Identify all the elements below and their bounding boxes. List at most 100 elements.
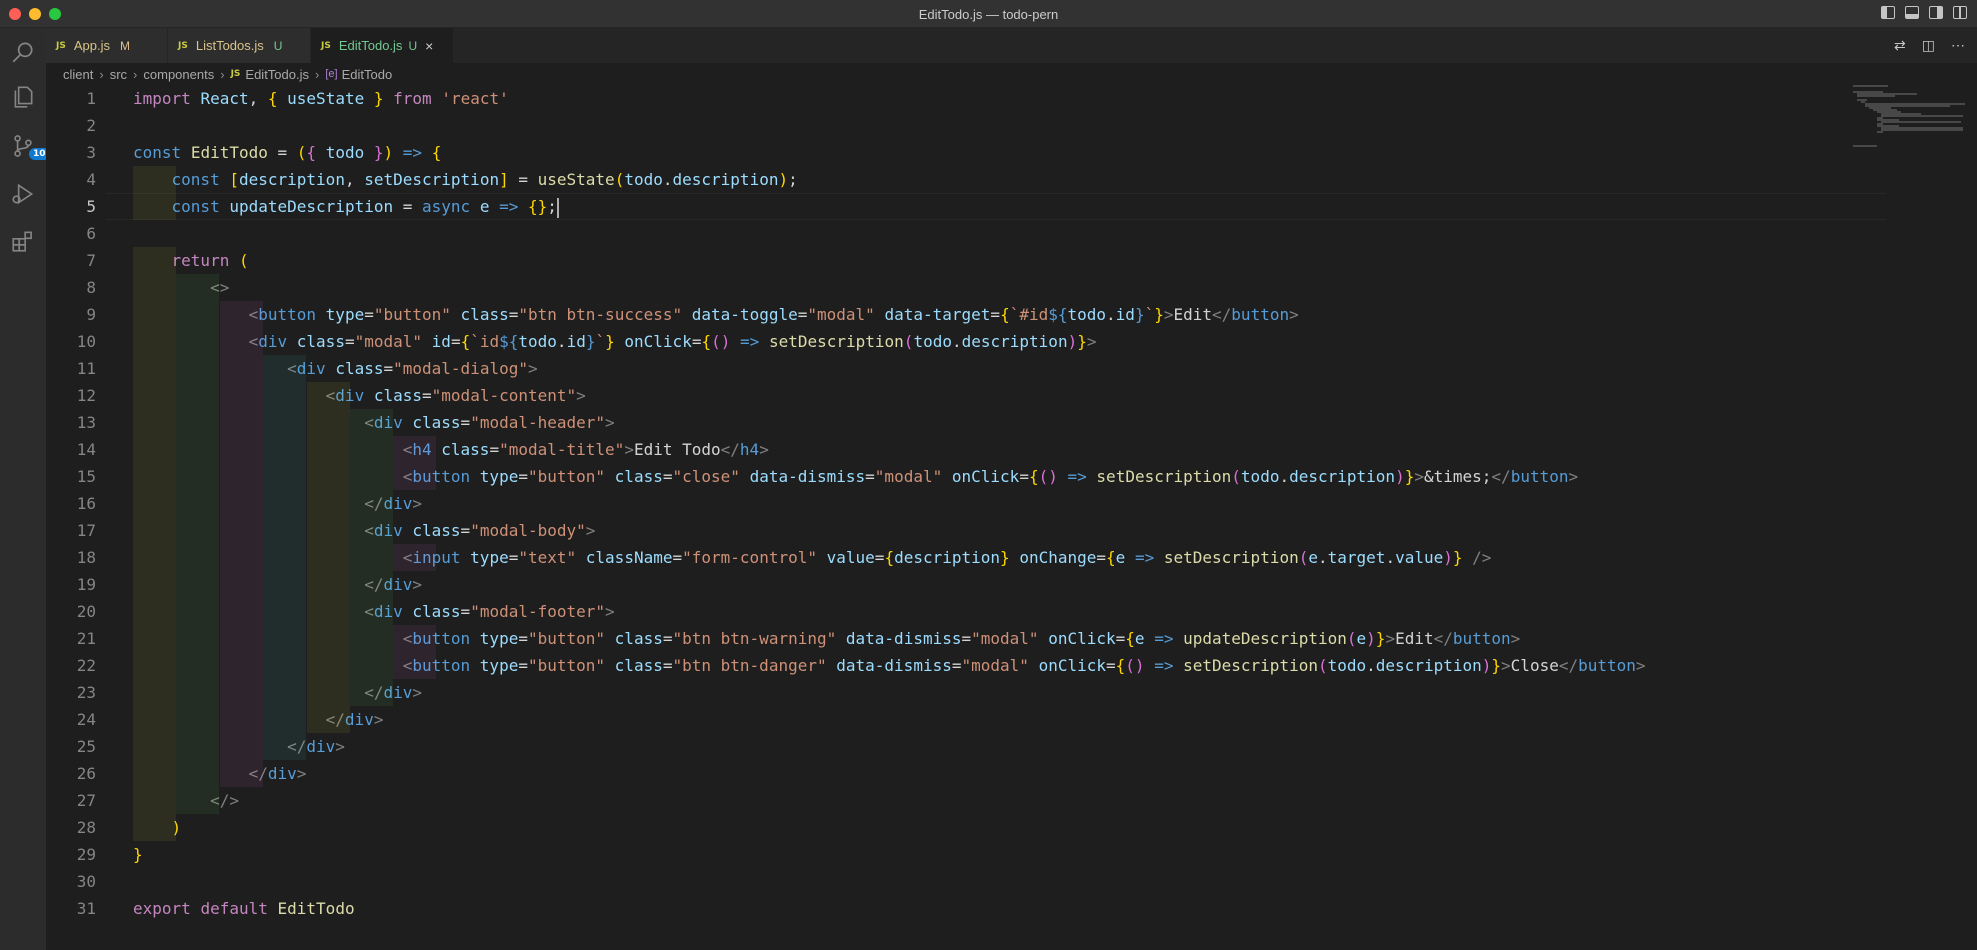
javascript-file-icon: JS bbox=[178, 40, 188, 51]
split-editor-icon[interactable]: ◫ bbox=[1922, 37, 1935, 54]
tab-label: ListTodos.js bbox=[195, 38, 264, 53]
chevron-right-icon: › bbox=[315, 66, 320, 82]
window-title: EditTodo.js — todo-pern bbox=[918, 7, 1059, 22]
code-line[interactable]: const updateDescription = async e => {}; bbox=[133, 193, 1646, 220]
code-line[interactable]: </> bbox=[133, 787, 1646, 814]
javascript-file-icon: JS bbox=[56, 40, 66, 51]
line-number: 30 bbox=[76, 872, 96, 891]
line-number: 10 bbox=[76, 332, 96, 351]
code-line[interactable]: </div> bbox=[133, 760, 1646, 787]
breadcrumb-item[interactable]: EditTodo.js bbox=[245, 67, 309, 82]
code-line[interactable]: <div class="modal-content"> bbox=[133, 382, 1646, 409]
line-number: 20 bbox=[76, 602, 96, 621]
javascript-file-icon: JS bbox=[321, 40, 331, 51]
code-line[interactable]: ) bbox=[133, 814, 1646, 841]
more-actions-icon[interactable]: ⋯ bbox=[1951, 37, 1965, 54]
code-editor[interactable]: 1 2 3 4 5 6 7 8 9 10 11 12 13 14 15 16 17 18 19 20 21 22 23 24 2… bbox=[46, 85, 1977, 950]
code-line[interactable]: </div> bbox=[133, 733, 1646, 760]
code-line[interactable]: <button type="button" class="btn btn-war… bbox=[133, 625, 1646, 652]
search-icon[interactable] bbox=[9, 38, 37, 66]
tab-app-js[interactable]: JS App.js M bbox=[46, 28, 168, 63]
line-number: 4 bbox=[86, 170, 96, 189]
line-number: 16 bbox=[76, 494, 96, 513]
open-changes-icon[interactable]: ⇄ bbox=[1894, 37, 1906, 54]
line-number: 26 bbox=[76, 764, 96, 783]
line-number: 17 bbox=[76, 521, 96, 540]
line-number: 12 bbox=[76, 386, 96, 405]
code-line[interactable] bbox=[133, 220, 1646, 247]
code-line[interactable] bbox=[133, 112, 1646, 139]
breadcrumb: client › src › components › JS EditTodo.… bbox=[46, 63, 393, 85]
code-line[interactable]: <div class="modal" id={`id${todo.id}`} o… bbox=[133, 328, 1646, 355]
extensions-icon[interactable] bbox=[9, 227, 37, 255]
minimap[interactable] bbox=[1853, 85, 1965, 155]
code-line[interactable]: <div class="modal-dialog"> bbox=[133, 355, 1646, 382]
tab-label: App.js bbox=[73, 38, 110, 53]
code-line[interactable]: const EditTodo = ({ todo }) => { bbox=[133, 139, 1646, 166]
editor-actions: ⇄ ◫ ⋯ bbox=[1894, 37, 1965, 54]
source-control-icon[interactable]: 10 bbox=[9, 132, 50, 160]
chevron-right-icon: › bbox=[99, 66, 104, 82]
close-icon[interactable]: × bbox=[425, 38, 433, 54]
line-number: 6 bbox=[86, 224, 96, 243]
code-line[interactable]: } bbox=[133, 841, 1646, 868]
breadcrumb-item[interactable]: components bbox=[143, 67, 214, 82]
customize-layout-icon[interactable] bbox=[1953, 6, 1967, 19]
line-number-gutter: 1 2 3 4 5 6 7 8 9 10 11 12 13 14 15 16 17 18 19 20 21 22 23 24 2… bbox=[46, 85, 106, 922]
code-line[interactable]: <h4 class="modal-title">Edit Todo</h4> bbox=[133, 436, 1646, 463]
tab-status: M bbox=[119, 38, 130, 53]
code-line[interactable]: </div> bbox=[133, 490, 1646, 517]
code-line[interactable]: </div> bbox=[133, 706, 1646, 733]
code-line[interactable]: <button type="button" class="btn btn-dan… bbox=[133, 652, 1646, 679]
code-line[interactable]: <div class="modal-footer"> bbox=[133, 598, 1646, 625]
javascript-file-icon: JS bbox=[230, 69, 241, 79]
tab-status: U bbox=[408, 38, 418, 53]
line-number: 22 bbox=[76, 656, 96, 675]
activity-bar: 10 bbox=[0, 28, 50, 950]
line-number: 23 bbox=[76, 683, 96, 702]
code-line[interactable]: export default EditTodo bbox=[133, 895, 1646, 922]
code-line[interactable]: </div> bbox=[133, 571, 1646, 598]
line-number: 3 bbox=[86, 143, 96, 162]
layout-controls bbox=[1881, 6, 1967, 19]
code-line[interactable]: import React, { useState } from 'react' bbox=[133, 85, 1646, 112]
code-area[interactable]: import React, { useState } from 'react' c… bbox=[133, 85, 1646, 922]
line-number: 2 bbox=[86, 116, 96, 135]
code-line[interactable]: <button type="button" class="close" data… bbox=[133, 463, 1646, 490]
line-number: 25 bbox=[76, 737, 96, 756]
line-number: 19 bbox=[76, 575, 96, 594]
code-line[interactable]: </div> bbox=[133, 679, 1646, 706]
line-number: 7 bbox=[86, 251, 96, 270]
line-number: 9 bbox=[86, 305, 96, 324]
tab-status: U bbox=[273, 38, 283, 53]
code-line[interactable]: <> bbox=[133, 274, 1646, 301]
line-number: 31 bbox=[76, 899, 96, 918]
code-line[interactable]: <div class="modal-body"> bbox=[133, 517, 1646, 544]
chevron-right-icon: › bbox=[133, 66, 138, 82]
code-line[interactable]: return ( bbox=[133, 247, 1646, 274]
title-bar: EditTodo.js — todo-pern bbox=[0, 0, 1977, 28]
toggle-primary-sidebar-icon[interactable] bbox=[1881, 6, 1895, 19]
breadcrumb-item[interactable]: client bbox=[63, 67, 93, 82]
breadcrumb-item[interactable]: src bbox=[110, 67, 127, 82]
line-number: 11 bbox=[76, 359, 96, 378]
code-line[interactable]: const [description, setDescription] = us… bbox=[133, 166, 1646, 193]
text-cursor bbox=[556, 197, 559, 218]
code-line[interactable]: <input type="text" className="form-contr… bbox=[133, 544, 1646, 571]
line-number: 8 bbox=[86, 278, 96, 297]
code-line[interactable] bbox=[133, 868, 1646, 895]
breadcrumb-item[interactable]: EditTodo bbox=[342, 67, 393, 82]
toggle-panel-icon[interactable] bbox=[1905, 6, 1919, 19]
explorer-icon[interactable] bbox=[9, 83, 37, 111]
run-debug-icon[interactable] bbox=[9, 180, 37, 208]
line-number: 15 bbox=[76, 467, 96, 486]
code-line[interactable]: <button type="button" class="btn btn-suc… bbox=[133, 301, 1646, 328]
toggle-secondary-sidebar-icon[interactable] bbox=[1929, 6, 1943, 19]
symbol-variable-icon: [e] bbox=[325, 68, 338, 80]
tab-edittodo-js[interactable]: JS EditTodo.js U × bbox=[311, 28, 454, 63]
code-line[interactable]: <div class="modal-header"> bbox=[133, 409, 1646, 436]
line-number: 28 bbox=[76, 818, 96, 837]
tab-label: EditTodo.js bbox=[338, 38, 403, 53]
line-number: 21 bbox=[76, 629, 96, 648]
tab-listtodos-js[interactable]: JS ListTodos.js U bbox=[168, 28, 311, 63]
